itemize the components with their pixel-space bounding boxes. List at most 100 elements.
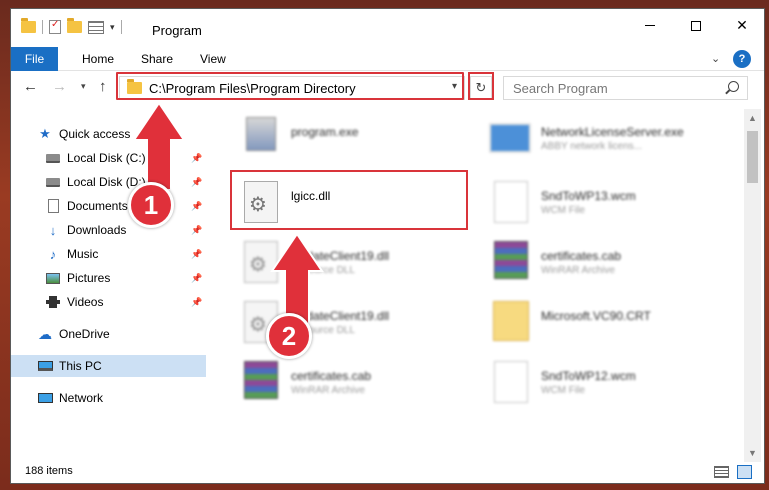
tab-file[interactable]: File [11,47,58,71]
step-2-badge: 2 [266,313,312,359]
sidebar-item[interactable]: ↓ Downloads 📌 [11,219,206,241]
up-arrow-icon[interactable]: ↑ [99,78,107,95]
sidebar-item[interactable]: This PC [11,355,206,377]
file-item[interactable]: SndToWP12.wcm WCM File [489,361,729,417]
file-name: program.exe [291,125,359,139]
sidebar-item-label: Videos [67,295,104,309]
sidebar-item[interactable]: Videos 📌 [11,291,206,313]
divider [120,20,122,34]
file-name: SndToWP12.wcm [541,369,636,383]
computer-icon [37,359,53,373]
search-input[interactable]: Search Program [503,76,748,100]
file-item[interactable]: NetworkLicenseServer.exe ABBY network lic… [489,117,729,173]
file-item[interactable]: certificates.cab WinRAR Archive [489,241,729,297]
sidebar-item[interactable]: Documents 📌 [11,195,206,217]
video-icon [45,295,61,309]
sidebar-item-label: Pictures [67,271,111,285]
file-type: WCM File [541,385,585,396]
tab-home[interactable]: Home [82,52,114,66]
customize-toolbar-dropdown-icon[interactable]: ▾ [110,22,115,33]
file-item[interactable]: certificates.cab WinRAR Archive [239,361,479,417]
window-title: Program [152,23,202,38]
file-item[interactable]: program.exe [239,117,479,173]
sidebar-item[interactable]: ♪ Music 📌 [11,243,206,265]
sidebar-item-label: OneDrive [59,327,110,341]
file-type: WinRAR Archive [541,265,615,276]
sidebar-item-label: Local Disk (D:) [67,175,146,189]
file-highlight-box [230,170,468,230]
network-icon [37,391,53,405]
file-name: Microsoft.VC90.CRT [541,309,651,323]
download-icon: ↓ [49,222,57,238]
scroll-down-icon[interactable]: ▼ [748,448,757,458]
scrollbar-thumb[interactable] [747,131,758,183]
sidebar-item-label: Local Disk (C:) [67,151,146,165]
vertical-scrollbar[interactable]: ▲ ▼ [744,109,761,462]
file-name: SndToWP13.wcm [541,189,636,203]
forward-arrow-icon[interactable]: → [52,78,67,95]
minimize-button[interactable] [627,9,673,42]
file-type: WCM File [541,205,585,216]
archive-icon [239,361,283,407]
file-list: program.exe NetworkLicenseServer.exe ABBY … [219,109,743,462]
pin-icon[interactable]: 📌 [191,201,202,212]
tab-view[interactable]: View [200,52,226,66]
close-icon: ✕ [736,17,748,33]
close-button[interactable]: ✕ [719,9,764,42]
folder-icon [21,18,36,33]
pin-icon[interactable]: 📌 [191,249,202,260]
new-folder-icon[interactable] [67,18,82,33]
file-type: Resource DLL [291,265,355,276]
file-item[interactable]: SndToWP13.wcm WCM File [489,181,729,237]
sidebar-item[interactable]: Pictures 📌 [11,267,206,289]
properties-icon[interactable] [49,19,61,34]
pin-icon[interactable]: 📌 [191,273,202,284]
tab-share[interactable]: Share [141,52,173,66]
file-type: WinRAR Archive [291,385,365,396]
status-bar: 188 items [11,462,764,483]
search-placeholder: Search Program [513,80,608,96]
details-view-icon[interactable] [714,466,729,478]
document-icon [489,181,533,227]
maximize-button[interactable] [673,9,719,42]
scroll-up-icon[interactable]: ▲ [748,113,757,123]
navigation-pane: ★ Quick access Local Disk (C:) 📌 Local Disk … [11,109,207,462]
pin-icon[interactable]: 📌 [191,225,202,236]
file-item[interactable]: Microsoft.VC90.CRT [489,301,729,357]
sidebar-item[interactable]: Local Disk (D:) 📌 [11,171,206,193]
exe-icon [239,117,283,163]
sidebar-item[interactable]: ★ Quick access [11,123,206,145]
file-type: ABBY network licens... [541,141,642,152]
file-name: NetworkLicenseServer.exe [541,125,684,139]
address-highlight-box [116,72,464,100]
sidebar-item[interactable]: ☁ OneDrive [11,323,206,345]
pin-icon[interactable]: 📌 [191,177,202,188]
pin-icon[interactable]: 📌 [191,153,202,164]
sidebar-item-label: Documents [67,199,128,213]
folder-icon [489,301,533,347]
dll-icon [239,241,283,287]
server-icon [489,117,533,163]
help-button[interactable]: ? [733,50,751,68]
search-icon [728,81,739,92]
file-item[interactable]: UpdateClient19.dll Resource DLL [239,241,479,297]
sidebar-item-label: Network [59,391,104,405]
back-arrow-icon[interactable]: ← [23,78,38,95]
large-icons-view-icon[interactable] [737,465,752,479]
sidebar-item-label: Downloads [67,223,127,237]
expand-ribbon-chevron-icon[interactable]: ⌄ [711,52,720,65]
pin-icon[interactable]: 📌 [191,297,202,308]
sidebar-item[interactable]: Network [11,387,206,409]
file-name: certificates.cab [541,249,622,263]
minimize-icon [645,25,655,26]
refresh-highlight-box [468,72,494,100]
sidebar-item-label: Quick access [59,127,131,141]
recent-locations-chevron-icon[interactable]: ▾ [81,81,86,92]
disk-icon [45,175,61,189]
music-icon: ♪ [49,246,57,262]
view-icon[interactable] [88,20,104,34]
sidebar-item[interactable]: Local Disk (C:) 📌 [11,147,206,169]
quick-access-toolbar: ▾ [21,18,122,34]
document-icon [45,199,61,213]
archive-icon [489,241,533,287]
